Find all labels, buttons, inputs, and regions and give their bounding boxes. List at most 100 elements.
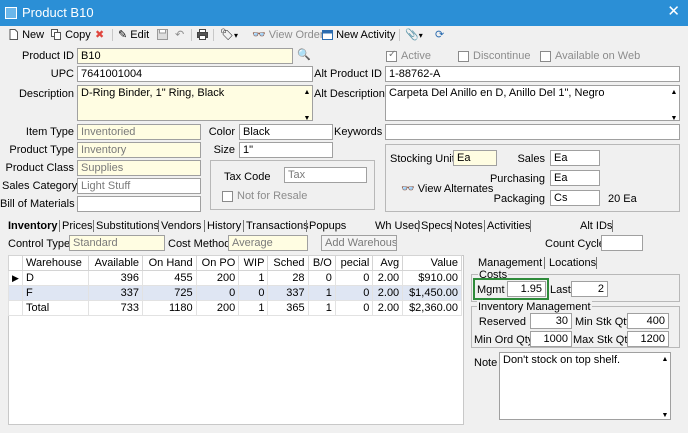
tab-prices[interactable]: Prices xyxy=(62,219,93,233)
tab-specs[interactable]: Specs xyxy=(421,219,452,233)
tab-activities[interactable]: Activities xyxy=(487,219,530,233)
table-cell[interactable]: 455 xyxy=(142,270,197,286)
table-cell[interactable]: 1 xyxy=(307,285,336,301)
table-cell[interactable]: D xyxy=(22,270,89,286)
min-stk-qty-input[interactable]: 400 xyxy=(627,313,669,329)
copy-button[interactable]: Copy xyxy=(51,28,91,42)
table-cell: 365 xyxy=(267,300,309,316)
tab-inventory[interactable]: Inventory xyxy=(8,219,58,233)
bill-of-materials-input[interactable] xyxy=(77,196,201,212)
table-cell[interactable]: 2.00 xyxy=(372,270,404,286)
table-cell[interactable]: 0 xyxy=(195,285,240,301)
packaging-unit-select[interactable]: Cs xyxy=(550,190,600,206)
edit-button[interactable]: ✎ Edit xyxy=(118,28,149,42)
table-cell[interactable]: 1 xyxy=(238,270,269,286)
view-alternates-button[interactable]: 👓 View Alternates xyxy=(401,182,493,196)
table-cell[interactable]: 0 xyxy=(334,285,374,301)
discontinue-checkbox[interactable] xyxy=(458,51,469,62)
reserved-input[interactable]: 30 xyxy=(530,313,572,329)
purchasing-unit-select[interactable]: Ea xyxy=(550,170,600,186)
table-cell[interactable]: 200 xyxy=(195,270,240,286)
tab-popups[interactable]: Popups xyxy=(309,219,346,233)
product-class-select[interactable]: Supplies xyxy=(77,160,201,176)
new-activity-button[interactable]: New Activity xyxy=(322,28,395,42)
table-cell[interactable]: F xyxy=(22,285,89,301)
table-cell[interactable]: $1,450.00 xyxy=(402,285,462,301)
cost-method-select[interactable]: Average xyxy=(228,235,308,251)
description-input[interactable]: D-Ring Binder, 1" Ring, Black ▲ ▼ xyxy=(77,85,313,121)
tab-history[interactable]: History xyxy=(207,219,241,233)
table-cell[interactable]: 396 xyxy=(87,270,144,286)
column-header[interactable]: On PO xyxy=(195,255,240,271)
last-cost-input[interactable]: 2 xyxy=(571,281,608,297)
add-warehouse-button[interactable]: Add Warehouse xyxy=(321,235,397,251)
column-header[interactable]: WIP xyxy=(238,255,269,271)
view-order-button[interactable]: 👓 View Order xyxy=(252,28,324,42)
table-cell[interactable]: 725 xyxy=(142,285,197,301)
table-cell[interactable]: 0 xyxy=(307,270,336,286)
column-header[interactable]: Available xyxy=(87,255,144,271)
tag-dropdown[interactable]: 🏷▾ xyxy=(220,28,238,42)
delete-icon[interactable]: ✖ xyxy=(95,28,104,42)
column-header[interactable]: Sched xyxy=(267,255,309,271)
column-header[interactable]: Avg xyxy=(372,255,404,271)
undo-icon[interactable]: ↶ xyxy=(175,28,184,42)
column-header[interactable]: pecial xyxy=(334,255,374,271)
active-checkbox[interactable] xyxy=(386,49,397,62)
tab-locations[interactable]: Locations xyxy=(549,256,596,270)
column-header[interactable]: B/O xyxy=(307,255,336,271)
tab-notes[interactable]: Notes xyxy=(454,219,483,233)
description-scrollbar[interactable]: ▲ ▼ xyxy=(302,86,312,120)
tab-vendors[interactable]: Vendors xyxy=(161,219,201,233)
tab-separator xyxy=(544,257,545,269)
color-input[interactable]: Black xyxy=(239,124,333,140)
keywords-input[interactable] xyxy=(385,124,680,140)
size-input[interactable]: 1" xyxy=(239,142,333,158)
table-cell: 0 xyxy=(334,300,374,316)
max-stk-qty-input[interactable]: 1200 xyxy=(627,331,669,347)
product-id-input[interactable]: B10 xyxy=(77,48,293,64)
table-cell[interactable]: 0 xyxy=(238,285,269,301)
alt-description-input[interactable]: Carpeta Del Anillo en D, Anillo Del 1", … xyxy=(385,85,680,121)
column-header[interactable]: Warehouse xyxy=(22,255,89,271)
note-textarea[interactable]: Don't stock on top shelf. ▲ ▼ xyxy=(499,352,671,420)
close-window-button[interactable]: ✕ xyxy=(667,2,680,20)
search-icon[interactable]: 🔍 xyxy=(297,48,311,62)
column-header[interactable]: Value xyxy=(402,255,462,271)
table-cell[interactable]: 2.00 xyxy=(372,285,404,301)
save-icon[interactable] xyxy=(157,28,168,42)
refresh-icon[interactable]: ⟳ xyxy=(435,28,444,42)
table-cell[interactable]: 28 xyxy=(267,270,309,286)
table-cell[interactable]: $910.00 xyxy=(402,270,462,286)
item-type-select[interactable]: Inventoried xyxy=(77,124,201,140)
table-cell[interactable]: 337 xyxy=(267,285,309,301)
attachment-dropdown[interactable]: 📎▾ xyxy=(405,28,423,42)
table-cell[interactable]: 0 xyxy=(334,270,374,286)
sales-category-select[interactable]: Light Stuff xyxy=(77,178,201,194)
min-ord-qty-input[interactable]: 1000 xyxy=(530,331,572,347)
column-header[interactable]: On Hand xyxy=(142,255,197,271)
table-cell[interactable]: 337 xyxy=(87,285,144,301)
print-icon[interactable] xyxy=(197,28,208,42)
count-cycle-input[interactable] xyxy=(601,235,643,251)
mgmt-cost-input[interactable]: 1.95 xyxy=(507,281,546,297)
available-on-web-checkbox[interactable] xyxy=(540,51,551,62)
product-type-select[interactable]: Inventory xyxy=(77,142,201,158)
tab-transactions[interactable]: Transactions xyxy=(246,219,309,233)
table-row[interactable]: F 337 725 0 0 337 1 0 2.00 $1,450.00 xyxy=(8,285,462,301)
note-scrollbar[interactable]: ▲ ▼ xyxy=(660,353,670,419)
table-row[interactable]: ▶ D 396 455 200 1 28 0 0 2.00 $910.00 xyxy=(8,270,462,286)
tab-alt-ids[interactable]: Alt IDs xyxy=(580,219,612,233)
alt-product-id-input[interactable]: 1-88762-A xyxy=(385,66,680,82)
alt-description-scrollbar[interactable]: ▲ ▼ xyxy=(669,86,679,120)
tab-wh-used[interactable]: Wh Used xyxy=(375,219,420,233)
stocking-unit-select[interactable]: Ea xyxy=(453,150,497,166)
not-for-resale-checkbox[interactable] xyxy=(222,191,233,202)
new-button[interactable]: New xyxy=(8,28,44,42)
sales-unit-select[interactable]: Ea xyxy=(550,150,600,166)
control-type-select[interactable]: Standard xyxy=(69,235,165,251)
product-id-label: Product ID xyxy=(22,50,74,62)
tax-code-select[interactable]: Tax xyxy=(284,167,367,183)
upc-input[interactable]: 7641001004 xyxy=(77,66,313,82)
tab-substitutions[interactable]: Substitutions xyxy=(96,219,159,233)
